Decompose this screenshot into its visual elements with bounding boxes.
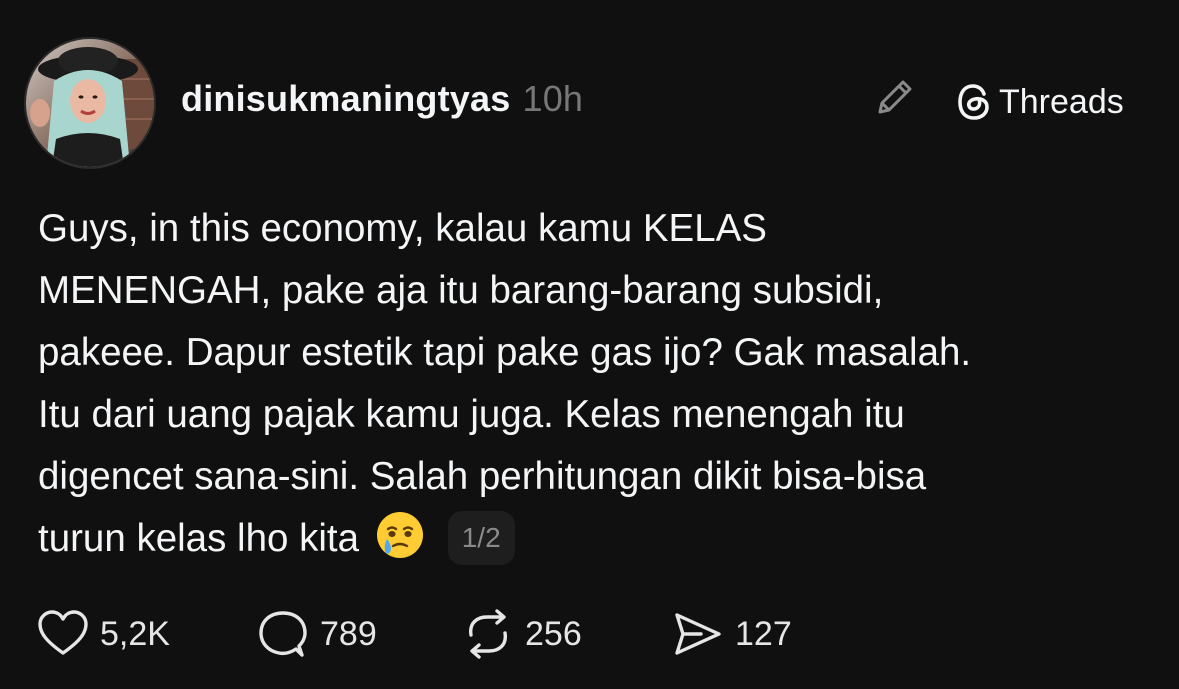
post-line: turun kelas lho kita (38, 517, 360, 560)
username-link[interactable]: dinisukmaningtyas (181, 78, 510, 119)
action-bar: 5,2K 789 256 127 (36, 606, 851, 662)
threads-brand: Threads (955, 80, 1124, 124)
pencil-icon[interactable] (872, 74, 918, 120)
threads-logo-icon (958, 84, 989, 120)
post-timestamp: 10h (522, 78, 584, 119)
like-count: 5,2K (100, 614, 170, 653)
repost-icon (469, 609, 507, 659)
avatar[interactable] (24, 37, 156, 169)
post-line: pakeee. Dapur estetik tapi pake gas ijo?… (38, 331, 972, 374)
reply-button[interactable]: 789 (256, 609, 461, 659)
page-indicator-badge[interactable]: 1/2 (447, 511, 515, 565)
share-button[interactable]: 127 (671, 609, 851, 659)
share-count: 127 (735, 614, 792, 653)
like-button[interactable]: 5,2K (36, 609, 256, 659)
heart-icon (38, 610, 88, 655)
brand-name: Threads (999, 82, 1124, 121)
reply-count: 789 (320, 614, 377, 653)
comment-icon (259, 611, 307, 657)
face-holding-back-tears-icon (376, 512, 423, 558)
post-line: Itu dari uang pajak kamu juga. Kelas men… (38, 393, 905, 436)
repost-count: 256 (525, 614, 582, 653)
post-body: Guys, in this economy, kalau kamu KELAS … (38, 198, 1158, 570)
repost-button[interactable]: 256 (461, 609, 671, 659)
post-header: dinisukmaningtyas 10h (181, 78, 583, 120)
share-icon (675, 613, 721, 655)
post-last-line: turun kelas lho kita 1/2 (38, 508, 1158, 570)
avatar-image (26, 39, 154, 167)
post-line: MENENGAH, pake aja itu barang-barang sub… (38, 269, 884, 312)
post-line: digencet sana-sini. Salah perhitungan di… (38, 455, 927, 498)
post-line: Guys, in this economy, kalau kamu KELAS (38, 207, 767, 250)
